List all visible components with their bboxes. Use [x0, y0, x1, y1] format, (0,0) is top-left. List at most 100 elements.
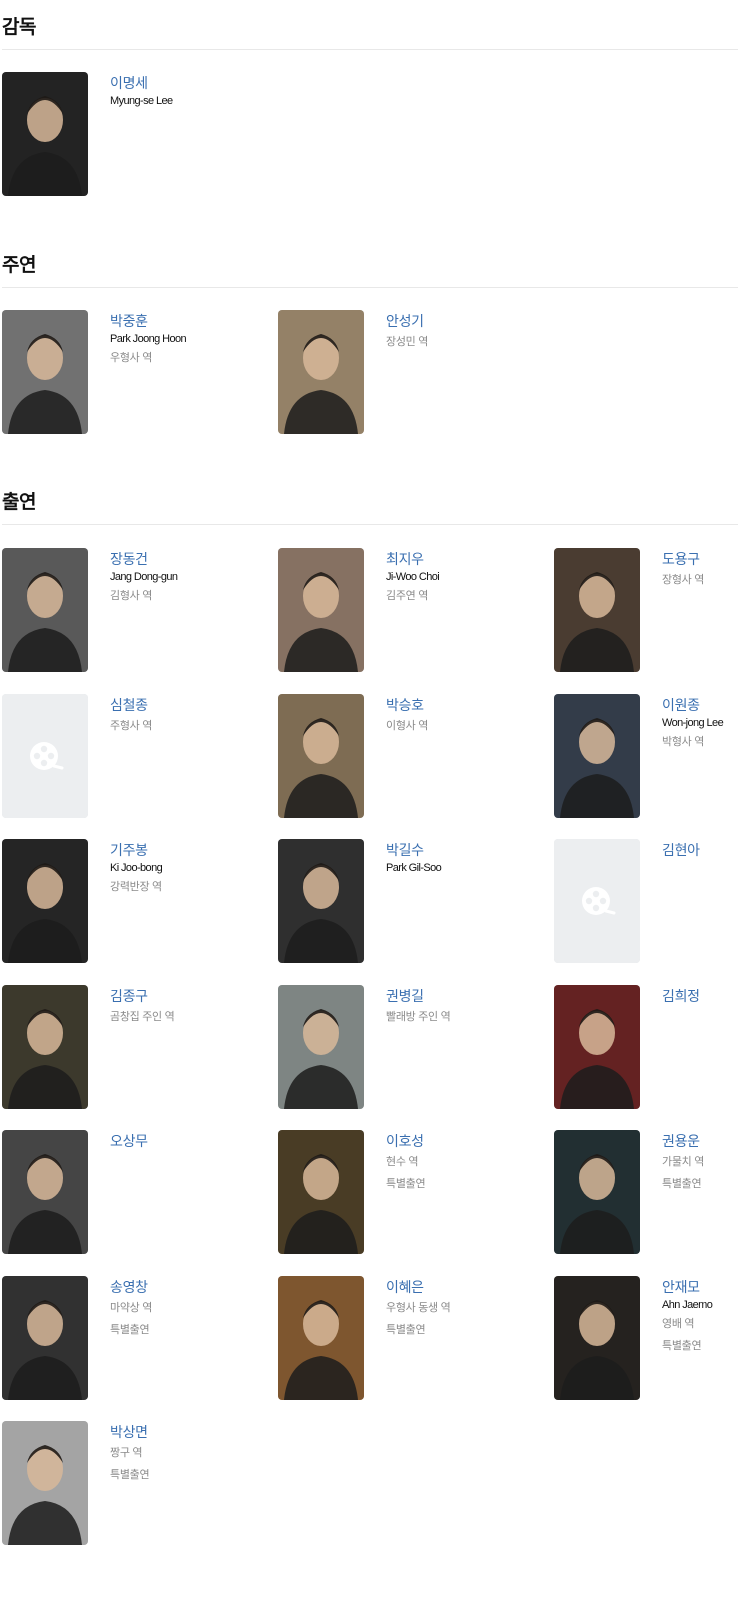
- profile-photo[interactable]: [554, 1130, 640, 1254]
- person-info: 김현아: [662, 841, 740, 860]
- person-card[interactable]: 이원종 Won-jong Lee 박형사 역: [554, 693, 740, 819]
- person-role: 강력반장 역: [110, 881, 162, 893]
- person-name-link[interactable]: 권용운: [662, 1132, 740, 1151]
- person-name-link[interactable]: 장동건: [110, 550, 250, 569]
- profile-photo[interactable]: [278, 693, 364, 818]
- section-title-director: 감독: [2, 17, 36, 38]
- person-name-link[interactable]: 이명세: [110, 74, 250, 93]
- person-name-link[interactable]: 이혜은: [386, 1278, 526, 1297]
- person-card[interactable]: 도용구장형사 역: [554, 548, 740, 673]
- person-role: 박형사 역: [662, 735, 705, 748]
- person-name-link[interactable]: 최지우: [386, 550, 526, 569]
- person-name-link[interactable]: 김현아: [662, 841, 740, 860]
- person-name-link[interactable]: 이원종: [662, 696, 740, 715]
- person-role: 우형사 동생 역: [386, 1301, 451, 1314]
- special-appearance-label: 특별출연: [662, 1178, 702, 1190]
- person-name-link[interactable]: 박중훈: [110, 312, 250, 331]
- person-name-link[interactable]: 심철종: [110, 696, 250, 715]
- person-english-name: Park Joong Hoon: [110, 333, 187, 345]
- person-card[interactable]: 송영창 마약상 역 특별출연: [2, 1275, 252, 1401]
- no-photo-film-reel-icon[interactable]: [554, 839, 640, 963]
- person-role: 장형사 역: [662, 574, 705, 586]
- person-card[interactable]: 박길수 Park Gil-Soo: [278, 839, 528, 964]
- person-info: 박상면 짱구 역 특별출연: [110, 1423, 250, 1483]
- profile-photo[interactable]: [278, 984, 364, 1109]
- profile-photo[interactable]: [554, 984, 640, 1109]
- person-role: 김형사 역: [110, 590, 153, 602]
- person-card[interactable]: 장동건 Jang Dong-gun 김형사 역: [2, 548, 252, 673]
- profile-photo[interactable]: [2, 72, 88, 196]
- person-card[interactable]: 심철종주형사 역: [2, 693, 252, 819]
- person-info: 최지우 Ji-Woo Choi 김주연 역: [386, 550, 526, 604]
- profile-photo[interactable]: [278, 310, 364, 434]
- profile-photo[interactable]: [278, 1130, 364, 1254]
- person-card[interactable]: 권병길 빨래방 주인 역: [278, 984, 528, 1110]
- person-name-link[interactable]: 박상면: [110, 1423, 250, 1442]
- profile-photo[interactable]: [278, 548, 364, 672]
- person-card[interactable]: 안성기 장성민 역: [278, 310, 528, 435]
- person-card[interactable]: 김희정: [554, 984, 740, 1110]
- person-role: 곰창집 주인 역: [110, 1010, 175, 1023]
- section-divider: [2, 287, 738, 288]
- person-role: 마약상 역: [110, 1301, 153, 1314]
- profile-photo[interactable]: [2, 310, 88, 434]
- person-card[interactable]: 권용운 가물치 역 특별출연: [554, 1130, 740, 1255]
- profile-photo[interactable]: [554, 693, 640, 818]
- person-english-name: Park Gil-Soo: [386, 862, 442, 874]
- person-role: 영배 역: [662, 1317, 695, 1330]
- person-role: 주형사 역: [110, 719, 153, 732]
- person-info: 송영창 마약상 역 특별출연: [110, 1278, 250, 1338]
- person-name-link[interactable]: 기주봉: [110, 841, 250, 860]
- person-card[interactable]: 박상면 짱구 역 특별출연: [2, 1421, 252, 1546]
- person-english-name: Won-jong Lee: [662, 716, 724, 729]
- person-name-link[interactable]: 박길수: [386, 841, 526, 860]
- person-card[interactable]: 안재모 Ahn Jaemo 영배 역 특별출연: [554, 1275, 740, 1401]
- person-english-name: Ji-Woo Choi: [386, 571, 440, 583]
- profile-photo[interactable]: [2, 984, 88, 1109]
- person-card[interactable]: 기주봉 Ki Joo-bong 강력반장 역: [2, 839, 252, 964]
- person-name-link[interactable]: 오상무: [110, 1132, 250, 1151]
- person-name-link[interactable]: 송영창: [110, 1278, 250, 1297]
- person-card[interactable]: 최지우 Ji-Woo Choi 김주연 역: [278, 548, 528, 673]
- section-title-cast: 출연: [2, 492, 36, 513]
- profile-photo[interactable]: [278, 839, 364, 963]
- profile-photo[interactable]: [2, 1130, 88, 1254]
- person-info: 이호성 현수 역 특별출연: [386, 1132, 526, 1192]
- section-divider: [2, 49, 738, 50]
- section-title-lead: 주연: [2, 255, 36, 276]
- profile-photo[interactable]: [2, 548, 88, 672]
- person-name-link[interactable]: 안재모: [662, 1278, 740, 1297]
- person-card[interactable]: 이명세 Myung-se Lee: [2, 72, 252, 197]
- person-name-link[interactable]: 박승호: [386, 696, 526, 715]
- person-card[interactable]: 이호성 현수 역 특별출연: [278, 1130, 528, 1255]
- person-name-link[interactable]: 김종구: [110, 987, 250, 1006]
- profile-photo[interactable]: [554, 548, 640, 672]
- person-info: 도용구장형사 역: [662, 550, 740, 588]
- no-photo-film-reel-icon[interactable]: [2, 693, 88, 818]
- person-card[interactable]: 김종구곰창집 주인 역: [2, 984, 252, 1110]
- person-info: 오상무: [110, 1132, 250, 1151]
- profile-photo[interactable]: [2, 1421, 88, 1545]
- profile-photo[interactable]: [278, 1275, 364, 1400]
- special-appearance-label: 특별출연: [386, 1178, 426, 1190]
- person-info: 이명세 Myung-se Lee: [110, 74, 250, 109]
- person-name-link[interactable]: 도용구: [662, 550, 740, 569]
- person-role: 짱구 역: [110, 1447, 143, 1459]
- person-english-name: Jang Dong-gun: [110, 571, 178, 583]
- person-role: 김주연 역: [386, 590, 429, 602]
- person-name-link[interactable]: 이호성: [386, 1132, 526, 1151]
- person-name-link[interactable]: 김희정: [662, 987, 740, 1006]
- person-card[interactable]: 김현아: [554, 839, 740, 964]
- person-card[interactable]: 이혜은 우형사 동생 역 특별출연: [278, 1275, 528, 1401]
- person-card[interactable]: 박중훈 Park Joong Hoon 우형사 역: [2, 310, 252, 435]
- profile-photo[interactable]: [554, 1275, 640, 1400]
- person-english-name: Ki Joo-bong: [110, 862, 163, 874]
- person-name-link[interactable]: 안성기: [386, 312, 526, 331]
- person-name-link[interactable]: 권병길: [386, 987, 526, 1006]
- profile-photo[interactable]: [2, 839, 88, 963]
- person-info: 기주봉 Ki Joo-bong 강력반장 역: [110, 841, 250, 895]
- profile-photo[interactable]: [2, 1275, 88, 1400]
- person-english-name: Myung-se Lee: [110, 95, 173, 107]
- person-card[interactable]: 오상무: [2, 1130, 252, 1255]
- person-card[interactable]: 박승호 이형사 역: [278, 693, 528, 819]
